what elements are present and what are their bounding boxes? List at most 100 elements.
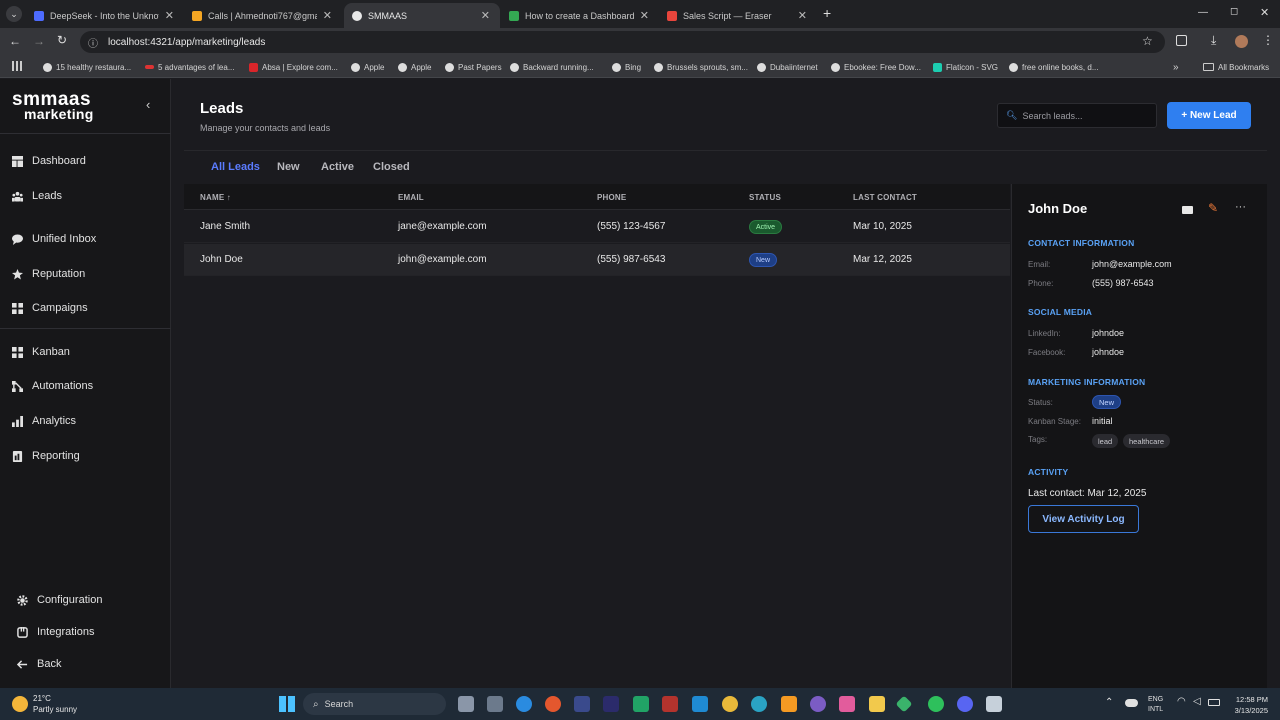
search-input[interactable]: 🔍︎ Search leads...	[997, 103, 1157, 128]
minimize-button[interactable]: —	[1198, 7, 1208, 18]
battery-icon[interactable]	[1208, 699, 1220, 706]
mail-icon[interactable]	[1182, 206, 1193, 214]
bookmark-item[interactable]: Flaticon - SVG	[933, 60, 998, 74]
address-bar[interactable]: ⓘ localhost:4321/app/marketing/leads	[80, 31, 1165, 53]
clock[interactable]: 12:58 PM 3/13/2025	[1228, 694, 1268, 716]
tab-active[interactable]: Active	[321, 161, 354, 173]
url-text[interactable]: localhost:4321/app/marketing/leads	[108, 37, 265, 48]
view-activity-log-button[interactable]: View Activity Log	[1028, 505, 1139, 533]
edge-icon[interactable]	[516, 696, 532, 712]
close-icon[interactable]: ✕	[323, 9, 332, 22]
sidebar-item-reporting[interactable]: Reporting	[12, 447, 80, 465]
tab-calls[interactable]: Calls | Ahmednoti767@gmail.c ✕	[184, 3, 342, 28]
tab-new[interactable]: New	[277, 161, 300, 173]
tab-all-leads[interactable]: All Leads	[211, 161, 260, 173]
tab-deepseek[interactable]: DeepSeek - Into the Unknown ✕	[26, 3, 184, 28]
column-header-email[interactable]: EMAIL	[398, 193, 424, 202]
bookmark-item[interactable]: Brussels sprouts, sm...	[654, 60, 748, 74]
column-header-phone[interactable]: PHONE	[597, 193, 626, 202]
extensions-icon[interactable]	[1176, 35, 1187, 46]
sidebar-item-integrations[interactable]: Integrations	[17, 623, 94, 641]
sidebar-item-reputation[interactable]: Reputation	[12, 265, 85, 283]
sidebar-item-campaigns[interactable]: Campaigns	[12, 299, 88, 317]
close-window-button[interactable]: ✕	[1260, 6, 1269, 19]
bookmarks-overflow[interactable]: »	[1173, 60, 1179, 74]
sidebar-item-analytics[interactable]: Analytics	[12, 412, 76, 430]
volume-icon[interactable]: ◁	[1193, 696, 1201, 707]
tab-search-button[interactable]: ⌄	[6, 6, 22, 22]
more-options-button[interactable]: ···	[1235, 201, 1246, 213]
column-header-name[interactable]: NAME ↑	[200, 193, 231, 202]
close-icon[interactable]: ✕	[798, 9, 807, 22]
collapse-sidebar-button[interactable]: ‹	[146, 97, 150, 112]
app-icon[interactable]	[662, 696, 678, 712]
bookmark-item[interactable]: 5 advantages of lea...	[145, 60, 235, 74]
close-icon[interactable]: ✕	[640, 9, 649, 22]
app-icon[interactable]	[633, 696, 649, 712]
language-indicator[interactable]: ENG INTL	[1148, 695, 1163, 715]
tab-dashboards[interactable]: How to create a Dashboards : h ✕	[501, 3, 659, 28]
download-icon[interactable]: ⤓	[1211, 33, 1216, 48]
weather-widget[interactable]: 21°C Partly sunny	[12, 693, 77, 715]
site-info-icon[interactable]: ⓘ	[88, 35, 98, 50]
bookmark-item[interactable]: Absa | Explore com...	[249, 60, 338, 74]
edit-pencil-icon[interactable]: ✎	[1208, 201, 1218, 215]
chrome-icon[interactable]	[722, 696, 738, 712]
discord-icon[interactable]	[957, 696, 973, 712]
app-icon[interactable]	[603, 696, 619, 712]
reload-icon[interactable]: ↻	[57, 33, 67, 47]
whatsapp-icon[interactable]	[928, 696, 944, 712]
app-icon[interactable]	[839, 696, 855, 712]
apps-grid-icon[interactable]	[12, 61, 22, 71]
table-row[interactable]: Jane Smith jane@example.com (555) 123-45…	[184, 211, 1010, 243]
app-icon[interactable]	[751, 696, 767, 712]
tab-eraser[interactable]: Sales Script — Eraser ✕	[659, 3, 817, 28]
tab-smmaas[interactable]: SMMAAS ✕	[344, 3, 500, 28]
folder-icon[interactable]	[869, 696, 885, 712]
taskbar-search[interactable]: ⌕ Search	[303, 693, 446, 715]
maximize-button[interactable]: ◻	[1230, 6, 1238, 17]
bookmark-item[interactable]: Past Papers	[445, 60, 502, 74]
github-icon[interactable]	[810, 696, 826, 712]
close-icon[interactable]: ✕	[165, 9, 174, 22]
wifi-icon[interactable]: ◠	[1177, 696, 1186, 707]
app-icon[interactable]	[545, 696, 561, 712]
sidebar-item-kanban[interactable]: Kanban	[12, 343, 70, 361]
table-row[interactable]: John Doe john@example.com (555) 987-6543…	[184, 244, 1010, 276]
back-nav-icon[interactable]: ←	[9, 34, 21, 48]
new-lead-button[interactable]: + New Lead	[1167, 102, 1251, 129]
new-tab-button[interactable]: +	[823, 5, 831, 21]
bookmark-item[interactable]: 15 healthy restaura...	[43, 60, 131, 74]
bookmark-star-icon[interactable]: ☆	[1142, 34, 1153, 48]
all-bookmarks[interactable]: All Bookmarks	[1203, 60, 1269, 74]
bookmark-item[interactable]: Apple	[398, 60, 431, 74]
bookmark-item[interactable]: Bing	[612, 60, 641, 74]
column-header-status[interactable]: STATUS	[749, 193, 781, 202]
sidebar-item-unified-inbox[interactable]: Unified Inbox	[12, 230, 96, 248]
bookmark-item[interactable]: Apple	[351, 60, 384, 74]
bookmark-item[interactable]: Ebookee: Free Dow...	[831, 60, 921, 74]
app-icon[interactable]	[895, 695, 913, 713]
sidebar-item-back[interactable]: Back	[17, 655, 61, 673]
app-icon[interactable]	[574, 696, 590, 712]
column-header-last-contact[interactable]: LAST CONTACT	[853, 193, 917, 202]
bookmark-item[interactable]: Backward running...	[510, 60, 594, 74]
forward-nav-icon[interactable]: →	[33, 34, 45, 48]
vscode-icon[interactable]	[692, 696, 708, 712]
profile-avatar[interactable]	[1235, 35, 1248, 48]
sidebar-item-leads[interactable]: Leads	[12, 187, 62, 205]
close-icon[interactable]: ✕	[481, 9, 490, 22]
chevron-up-icon[interactable]: ⌃	[1105, 697, 1113, 708]
sidebar-item-configuration[interactable]: Configuration	[17, 591, 102, 609]
tab-closed[interactable]: Closed	[373, 161, 410, 173]
bookmark-item[interactable]: free online books, d...	[1009, 60, 1099, 74]
app-icon[interactable]	[781, 696, 797, 712]
onedrive-icon[interactable]	[1125, 699, 1138, 707]
sidebar-item-dashboard[interactable]: Dashboard	[12, 152, 86, 170]
bookmark-item[interactable]: Dubaiinternet	[757, 60, 818, 74]
windows-start-icon[interactable]	[279, 696, 295, 712]
menu-kebab-icon[interactable]: ⋮	[1262, 33, 1274, 47]
sidebar-item-automations[interactable]: Automations	[12, 377, 93, 395]
app-icon[interactable]	[986, 696, 1002, 712]
task-view-icon[interactable]	[458, 696, 474, 712]
